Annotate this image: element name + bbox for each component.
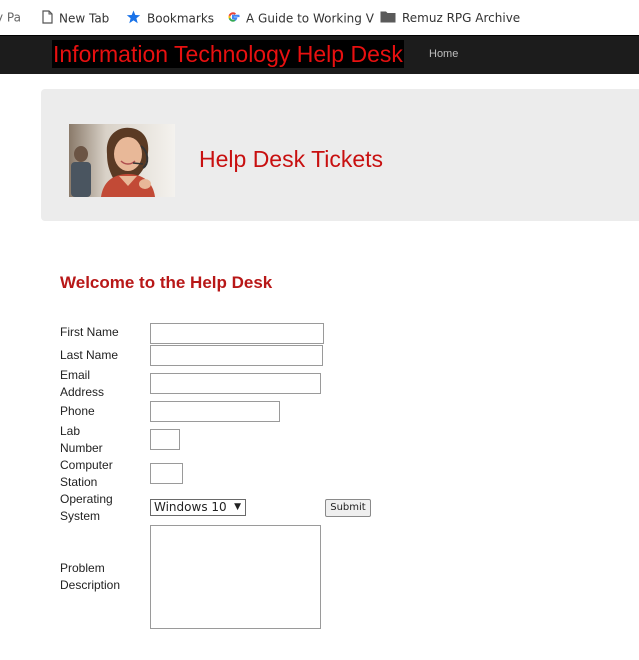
phone-label: Phone <box>60 404 95 418</box>
bookmark-new-tab[interactable]: New Tab <box>42 10 109 27</box>
folder-icon <box>380 10 396 26</box>
star-icon <box>126 10 141 27</box>
site-brand[interactable]: Information Technology Help Desk <box>52 40 404 68</box>
site-navbar: Information Technology Help Desk Home <box>0 35 639 74</box>
bookmark-remuz[interactable]: Remuz RPG Archive <box>380 10 520 26</box>
lab-label-line-2: Number <box>60 441 103 455</box>
bookmark-label: Remuz RPG Archive <box>402 11 521 25</box>
nav-home-link[interactable]: Home <box>429 48 458 60</box>
os-selected-value: Windows 10 <box>154 500 227 514</box>
last-name-label: Last Name <box>60 348 119 362</box>
submit-button[interactable]: Submit <box>325 499 371 517</box>
computer-label-line-1: Computer <box>60 458 113 472</box>
google-g-icon <box>226 10 240 27</box>
bookmark-label: y Pa <box>0 10 21 25</box>
lab-label-line-1: Lab <box>60 424 81 438</box>
computer-station-input[interactable] <box>150 463 183 484</box>
page-icon <box>42 10 53 27</box>
bookmark-label: Bookmarks <box>147 11 215 26</box>
bookmark-guide[interactable]: A Guide to Working V <box>226 10 374 27</box>
email-label-line-1: Email <box>60 368 91 382</box>
first-name-input[interactable] <box>150 323 324 344</box>
lab-number-input[interactable] <box>150 429 180 450</box>
operating-system-label: Operating System <box>60 491 113 525</box>
email-label: Email Address <box>60 367 104 401</box>
os-label-line-1: Operating <box>60 492 113 506</box>
bookmark-label: A Guide to Working V <box>246 11 374 26</box>
bookmark-truncated[interactable]: y Pa <box>0 10 21 25</box>
support-agent-photo <box>69 124 175 197</box>
computer-label-line-2: Station <box>60 475 98 489</box>
problem-label-line-2: Description <box>60 578 121 592</box>
problem-description-label: Problem Description <box>60 560 120 594</box>
problem-description-textarea[interactable] <box>150 525 321 629</box>
os-label-line-2: System <box>60 509 101 523</box>
email-input[interactable] <box>150 373 321 394</box>
email-label-line-2: Address <box>60 385 105 399</box>
operating-system-select[interactable]: Windows 10 ▼ <box>150 499 246 516</box>
hero-title: Help Desk Tickets <box>199 146 384 172</box>
bookmark-bookmarks[interactable]: Bookmarks <box>126 10 214 27</box>
problem-label-line-1: Problem <box>60 561 105 575</box>
phone-input[interactable] <box>150 401 280 422</box>
first-name-label: First Name <box>60 325 119 339</box>
bookmarks-bar: y Pa New Tab Bookmarks A Guide to Workin… <box>0 0 639 35</box>
lab-number-label: Lab Number <box>60 423 103 457</box>
dropdown-arrow-icon: ▼ <box>234 502 241 512</box>
hero-banner: Help Desk Tickets <box>41 89 639 221</box>
bookmark-label: New Tab <box>59 11 110 26</box>
computer-station-label: Computer Station <box>60 457 113 491</box>
last-name-input[interactable] <box>150 345 323 366</box>
welcome-heading: Welcome to the Help Desk <box>60 273 273 292</box>
